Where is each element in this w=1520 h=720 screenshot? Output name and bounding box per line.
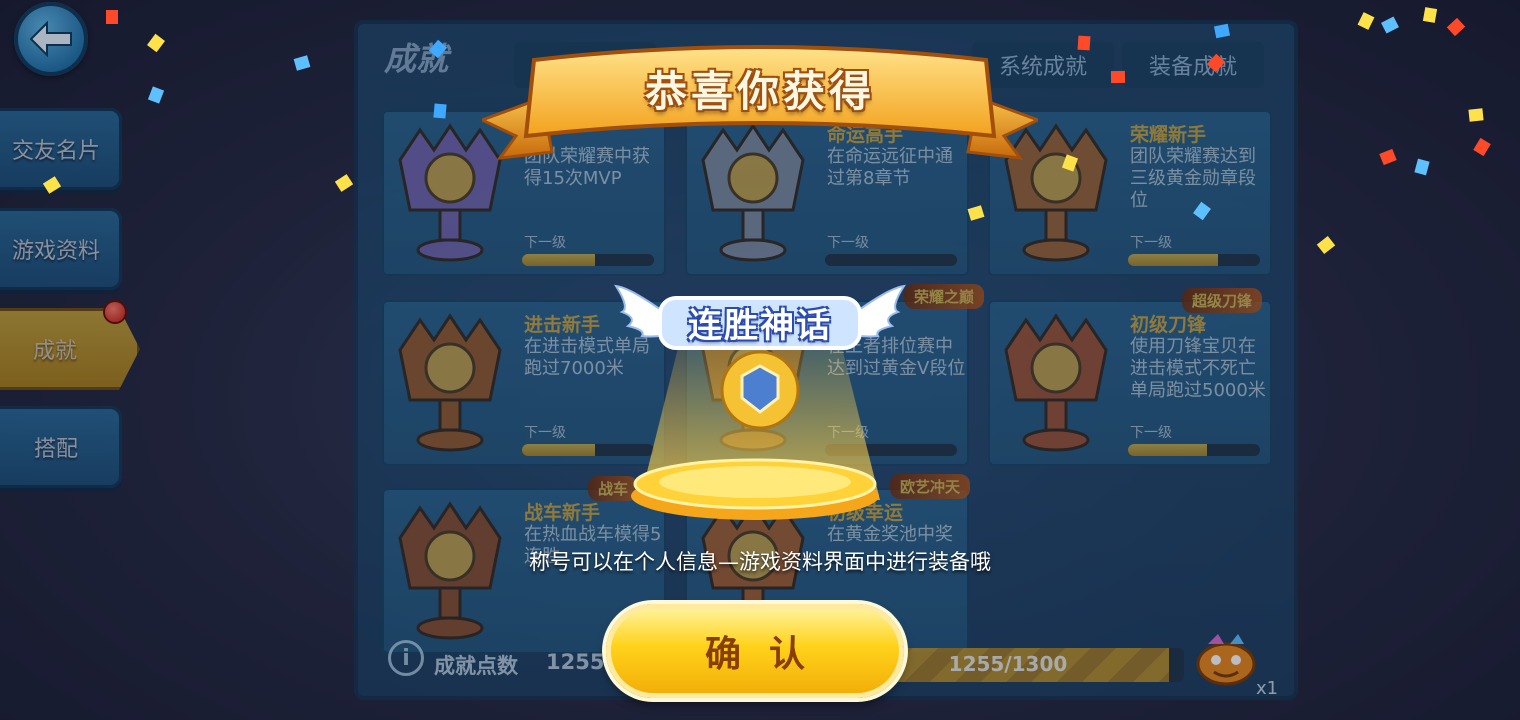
sidebar-item-label: 交友名片: [11, 139, 100, 164]
sidebar-item-friend-card[interactable]: 交友名片: [0, 108, 122, 190]
card-title: 战车新手: [524, 502, 601, 524]
confetti-piece: [1422, 7, 1438, 23]
sidebar-item-label: 成就: [32, 339, 77, 364]
card-title: 初级刀锋: [1130, 314, 1207, 336]
hint-text: 称号可以在个人信息—游戏资料界面中进行装备哦: [529, 550, 991, 574]
achievement-card[interactable]: 初级刀锋 使用刀锋宝贝在进击模式不死亡单局跑过5000米 下一级: [988, 300, 1272, 466]
sidebar-item-outfit[interactable]: 搭配: [0, 406, 122, 488]
card-progress-fill: [1128, 444, 1208, 456]
sidebar-item-label: 游戏资料: [11, 239, 100, 264]
confirm-button[interactable]: 确认: [606, 604, 904, 698]
title-badge-text: 连胜神话: [688, 306, 832, 346]
card-progress-fill: [522, 254, 595, 266]
tab-label: 装备成就: [1148, 55, 1237, 80]
card-progress-bar: [1128, 254, 1260, 266]
sidebar-item-game-info[interactable]: 游戏资料: [0, 208, 122, 290]
card-next-level: 下一级: [1130, 425, 1172, 441]
card-description: 使用刀锋宝贝在进击模式不死亡单局跑过5000米: [1130, 336, 1266, 401]
confetti-piece: [1381, 16, 1399, 34]
card-next-level: 下一级: [827, 235, 869, 251]
confetti-piece: [1077, 35, 1091, 51]
confetti-piece: [146, 33, 166, 53]
confetti-piece: [147, 86, 165, 104]
confetti-piece: [1468, 108, 1484, 122]
confetti-piece: [1473, 137, 1491, 157]
card-progress-bar: [1128, 444, 1260, 456]
title-tag: 超级刀锋: [1182, 288, 1263, 313]
confetti-piece: [1446, 17, 1466, 37]
points-label: 成就点数: [434, 654, 518, 678]
title-tag: 荣耀之巅: [904, 284, 985, 309]
confetti-piece: [334, 174, 354, 192]
arrow-left-icon: [29, 21, 72, 57]
confetti-piece: [1379, 148, 1397, 166]
congrats-banner-text: 恭喜你获得: [644, 67, 875, 116]
card-progress-fill: [522, 444, 595, 456]
notification-dot: [105, 302, 125, 322]
confetti-piece: [1414, 158, 1430, 176]
confetti-piece: [106, 10, 118, 24]
info-icon[interactable]: i: [388, 640, 424, 676]
card-title: 进击新手: [524, 314, 601, 336]
card-title: 荣耀新手: [1130, 124, 1207, 146]
title-tag: 欧艺冲天: [890, 474, 971, 499]
back-button[interactable]: [14, 2, 88, 76]
card-next-level: 下一级: [1130, 235, 1172, 251]
reward-chest-icon[interactable]: [1194, 630, 1258, 686]
confetti-piece: [1357, 12, 1375, 30]
reward-count: x1: [1256, 678, 1279, 699]
confetti-piece: [433, 103, 447, 119]
points-value: 1255: [546, 650, 605, 674]
pedestal: [631, 458, 879, 520]
card-next-level: 下一级: [524, 425, 566, 441]
card-progress-bar: [522, 254, 654, 266]
confetti-piece: [293, 55, 311, 71]
card-progress-fill: [1128, 254, 1218, 266]
confirm-label: 确认: [704, 634, 833, 675]
trophy-icon: [398, 313, 502, 452]
sidebar-item-label: 搭配: [33, 437, 78, 462]
card-description: 在黄金奖池中奖: [827, 524, 953, 545]
confetti-piece: [1316, 235, 1336, 255]
trophy-icon: [1004, 313, 1108, 452]
confetti-piece: [1110, 70, 1126, 84]
card-next-level: 下一级: [524, 235, 566, 251]
tab-equipment[interactable]: 装备成就: [1122, 42, 1264, 88]
card-progress-bar: [825, 254, 957, 266]
